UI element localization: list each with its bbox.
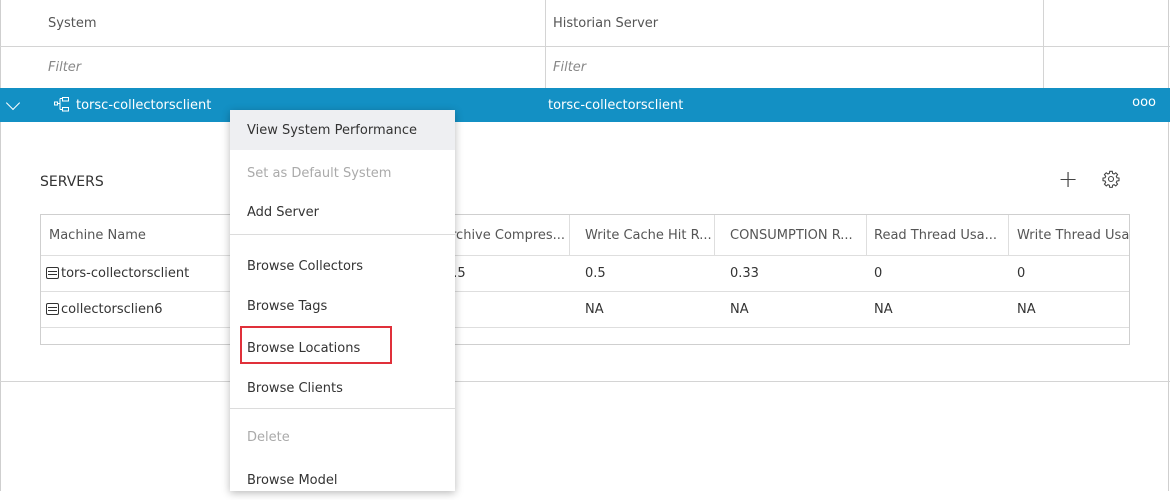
column-header-machine-name[interactable]: Machine Name — [41, 215, 231, 255]
servers-grid: Machine Name rchive Compres... Write Cac… — [40, 214, 1130, 345]
menu-item-set-as-default-system: Set as Default System — [247, 165, 392, 181]
context-menu: View System Performance Set as Default S… — [230, 110, 455, 491]
machine-name-cell: tors-collectorsclient — [41, 255, 231, 291]
menu-item-add-server[interactable]: Add Server — [230, 192, 455, 232]
column-header-write-cache-hit[interactable]: Write Cache Hit R... — [577, 215, 717, 255]
servers-section-title: SERVERS — [40, 174, 104, 190]
system-filter-input[interactable]: Filter — [48, 46, 538, 88]
table-cell: 0.5 — [585, 265, 606, 281]
table-row[interactable]: collectorsclien6 A NA NA NA NA — [41, 291, 1129, 328]
column-divider[interactable] — [1043, 0, 1044, 46]
table-cell: NA — [730, 301, 749, 317]
system-name: torsc-collectorsclient — [76, 97, 212, 113]
column-header-historian-server[interactable]: Historian Server — [553, 0, 658, 46]
plus-icon[interactable]: + — [1058, 167, 1078, 191]
column-header-system[interactable]: System — [48, 0, 96, 46]
server-icon — [46, 267, 59, 279]
table-cell: A — [445, 291, 565, 327]
table-cell: 3.5 — [445, 265, 466, 281]
column-divider[interactable] — [569, 215, 570, 255]
column-header-archive-compression[interactable]: rchive Compres... — [451, 215, 579, 255]
machine-name-cell: collectorsclien6 — [41, 291, 231, 327]
highlight-box — [240, 326, 392, 364]
section-divider — [0, 381, 1170, 382]
table-cell: 0.33 — [730, 265, 759, 281]
column-header-write-thread-usage[interactable]: Write Thread Usa — [1009, 215, 1129, 255]
column-divider[interactable] — [545, 0, 546, 46]
menu-item-browse-model[interactable]: Browse Model — [230, 460, 455, 500]
menu-item-browse-collectors[interactable]: Browse Collectors — [230, 246, 455, 286]
menu-item-browse-clients[interactable]: Browse Clients — [230, 368, 455, 408]
column-header-read-thread-usage[interactable]: Read Thread Usa... — [866, 215, 1008, 255]
table-cell: NA — [585, 301, 604, 317]
menu-separator — [230, 234, 455, 235]
menu-item-delete: Delete — [247, 429, 290, 445]
historian-server-filter-input[interactable]: Filter — [553, 46, 1033, 88]
systems-grid-filter-row: Filter Filter — [0, 46, 1170, 89]
menu-item-browse-tags[interactable]: Browse Tags — [230, 286, 455, 326]
table-cell: NA — [1017, 301, 1036, 317]
column-divider — [1043, 46, 1044, 88]
server-icon — [46, 303, 59, 315]
column-divider — [545, 46, 546, 88]
historian-server-name: torsc-collectorsclient — [548, 97, 684, 113]
machine-name: collectorsclien6 — [61, 301, 163, 317]
system-row-selected[interactable]: torsc-collectorsclient torsc-collectorsc… — [0, 88, 1170, 122]
servers-grid-header: Machine Name rchive Compres... Write Cac… — [41, 215, 1129, 256]
table-cell: NA — [874, 301, 893, 317]
column-divider[interactable] — [714, 215, 715, 255]
more-options-icon[interactable]: ooo — [1132, 95, 1156, 110]
column-header-consumption[interactable]: CONSUMPTION R... — [722, 215, 862, 255]
menu-item-view-system-performance[interactable]: View System Performance — [230, 110, 455, 150]
menu-separator — [230, 408, 455, 409]
gear-icon[interactable] — [1102, 170, 1120, 188]
table-cell: 0 — [1017, 265, 1026, 281]
machine-name: tors-collectorsclient — [61, 265, 190, 281]
table-cell: 0 — [874, 265, 883, 281]
system-tree-icon — [54, 97, 69, 112]
chevron-down-icon[interactable] — [5, 95, 21, 111]
systems-grid-header: System Historian Server — [0, 0, 1170, 47]
table-row[interactable]: tors-collectorsclient 3.5 0.5 0.33 0 0 — [41, 255, 1129, 292]
